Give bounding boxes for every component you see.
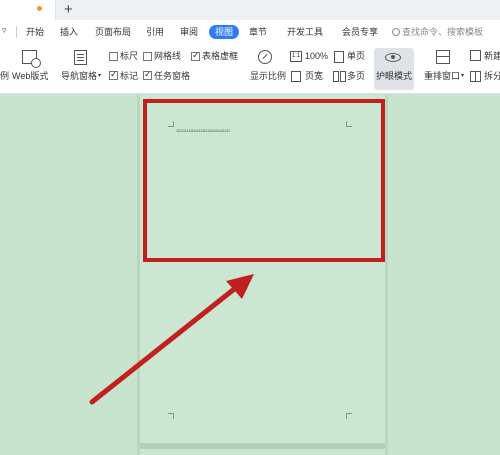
nav-pane-icon[interactable] bbox=[74, 50, 87, 65]
menu-chapter[interactable]: 章节 bbox=[249, 25, 267, 39]
new-tab-button[interactable]: + bbox=[64, 0, 73, 20]
new-window-button[interactable]: 新建 bbox=[484, 50, 500, 62]
highlight-box bbox=[143, 99, 385, 262]
menu-home[interactable]: 开始 bbox=[26, 25, 44, 39]
multi-page-button[interactable]: 多页 bbox=[347, 70, 365, 82]
nav-pane-button[interactable]: 导航窗格 bbox=[61, 70, 97, 82]
menu-bar: ▿ 开始 插入 页面布局 引用 审阅 视图 章节 开发工具 会员专享 查找命令、… bbox=[0, 20, 500, 44]
zoom-100-icon[interactable]: 1:1 bbox=[290, 51, 302, 62]
margin-corner-bl bbox=[168, 413, 174, 419]
menu-dropdown-icon[interactable]: ▿ bbox=[2, 25, 7, 36]
task-pane-label: 任务窗格 bbox=[154, 71, 191, 81]
page-shadow-right bbox=[385, 95, 388, 455]
task-pane-checkbox[interactable] bbox=[143, 69, 152, 80]
zoom-ratio-button[interactable]: 显示比例 bbox=[250, 70, 286, 82]
web-layout-button[interactable]: Web版式 bbox=[12, 70, 48, 82]
table-grid-label: 表格虚框 bbox=[202, 51, 239, 61]
unsaved-dot-icon bbox=[37, 6, 42, 11]
page-width-icon[interactable] bbox=[291, 71, 301, 82]
search-placeholder: 查找命令、搜索模板 bbox=[402, 27, 484, 37]
nav-pane-dropdown-icon[interactable]: ▾ bbox=[98, 70, 101, 82]
zoom-icon[interactable] bbox=[258, 50, 272, 64]
gridlines-label: 网格线 bbox=[154, 51, 182, 61]
multi-page-icon[interactable] bbox=[333, 71, 339, 82]
ruler-label: 标尺 bbox=[120, 51, 139, 61]
marks-checkbox[interactable] bbox=[109, 69, 118, 80]
menu-insert[interactable]: 插入 bbox=[60, 25, 78, 39]
eye-icon bbox=[385, 53, 401, 62]
tab-strip: + bbox=[0, 0, 500, 20]
ruler-checkbox[interactable] bbox=[109, 52, 118, 61]
menu-member[interactable]: 会员专享 bbox=[342, 25, 378, 39]
command-search[interactable]: 查找命令、搜索模板 bbox=[392, 25, 483, 39]
rearrange-window-button[interactable]: 重排窗口 bbox=[424, 70, 460, 82]
eye-mode-button[interactable]: 护眼模式 bbox=[376, 70, 412, 82]
menu-review[interactable]: 审阅 bbox=[180, 25, 198, 39]
search-icon bbox=[392, 28, 400, 36]
page-width-button[interactable]: 页宽 bbox=[305, 70, 323, 82]
split-window-button[interactable]: 拆分 bbox=[484, 70, 500, 82]
read-layout-partial-label[interactable]: 例 bbox=[0, 70, 9, 82]
zoom-100-button[interactable]: 100% bbox=[305, 50, 328, 62]
gridlines-checkbox[interactable] bbox=[143, 52, 152, 61]
web-layout-icon[interactable] bbox=[22, 50, 41, 68]
menu-page-layout[interactable]: 页面布局 bbox=[95, 25, 131, 39]
document-page-2[interactable] bbox=[140, 449, 385, 455]
multi-page-icon-b bbox=[340, 71, 346, 82]
single-page-icon[interactable] bbox=[334, 51, 344, 63]
single-page-button[interactable]: 单页 bbox=[347, 50, 365, 62]
marks-label: 标记 bbox=[120, 71, 139, 81]
split-window-icon[interactable] bbox=[470, 71, 481, 82]
menu-view[interactable]: 视图 bbox=[209, 25, 240, 39]
view-ribbon: 例 Web版式 导航窗格 ▾ 标尺 网格线 表格虚框 标记 任务窗格 显示比例 … bbox=[0, 44, 500, 94]
rearrange-dropdown-icon[interactable]: ▾ bbox=[461, 70, 464, 82]
table-grid-checkbox[interactable] bbox=[191, 50, 200, 61]
document-tab[interactable] bbox=[0, 0, 56, 20]
margin-corner-br bbox=[346, 413, 352, 419]
menu-separator bbox=[16, 26, 17, 38]
menu-developer[interactable]: 开发工具 bbox=[287, 25, 323, 39]
rearrange-window-icon[interactable] bbox=[436, 50, 450, 64]
menu-references[interactable]: 引用 bbox=[146, 25, 164, 39]
new-window-icon[interactable] bbox=[470, 50, 481, 61]
